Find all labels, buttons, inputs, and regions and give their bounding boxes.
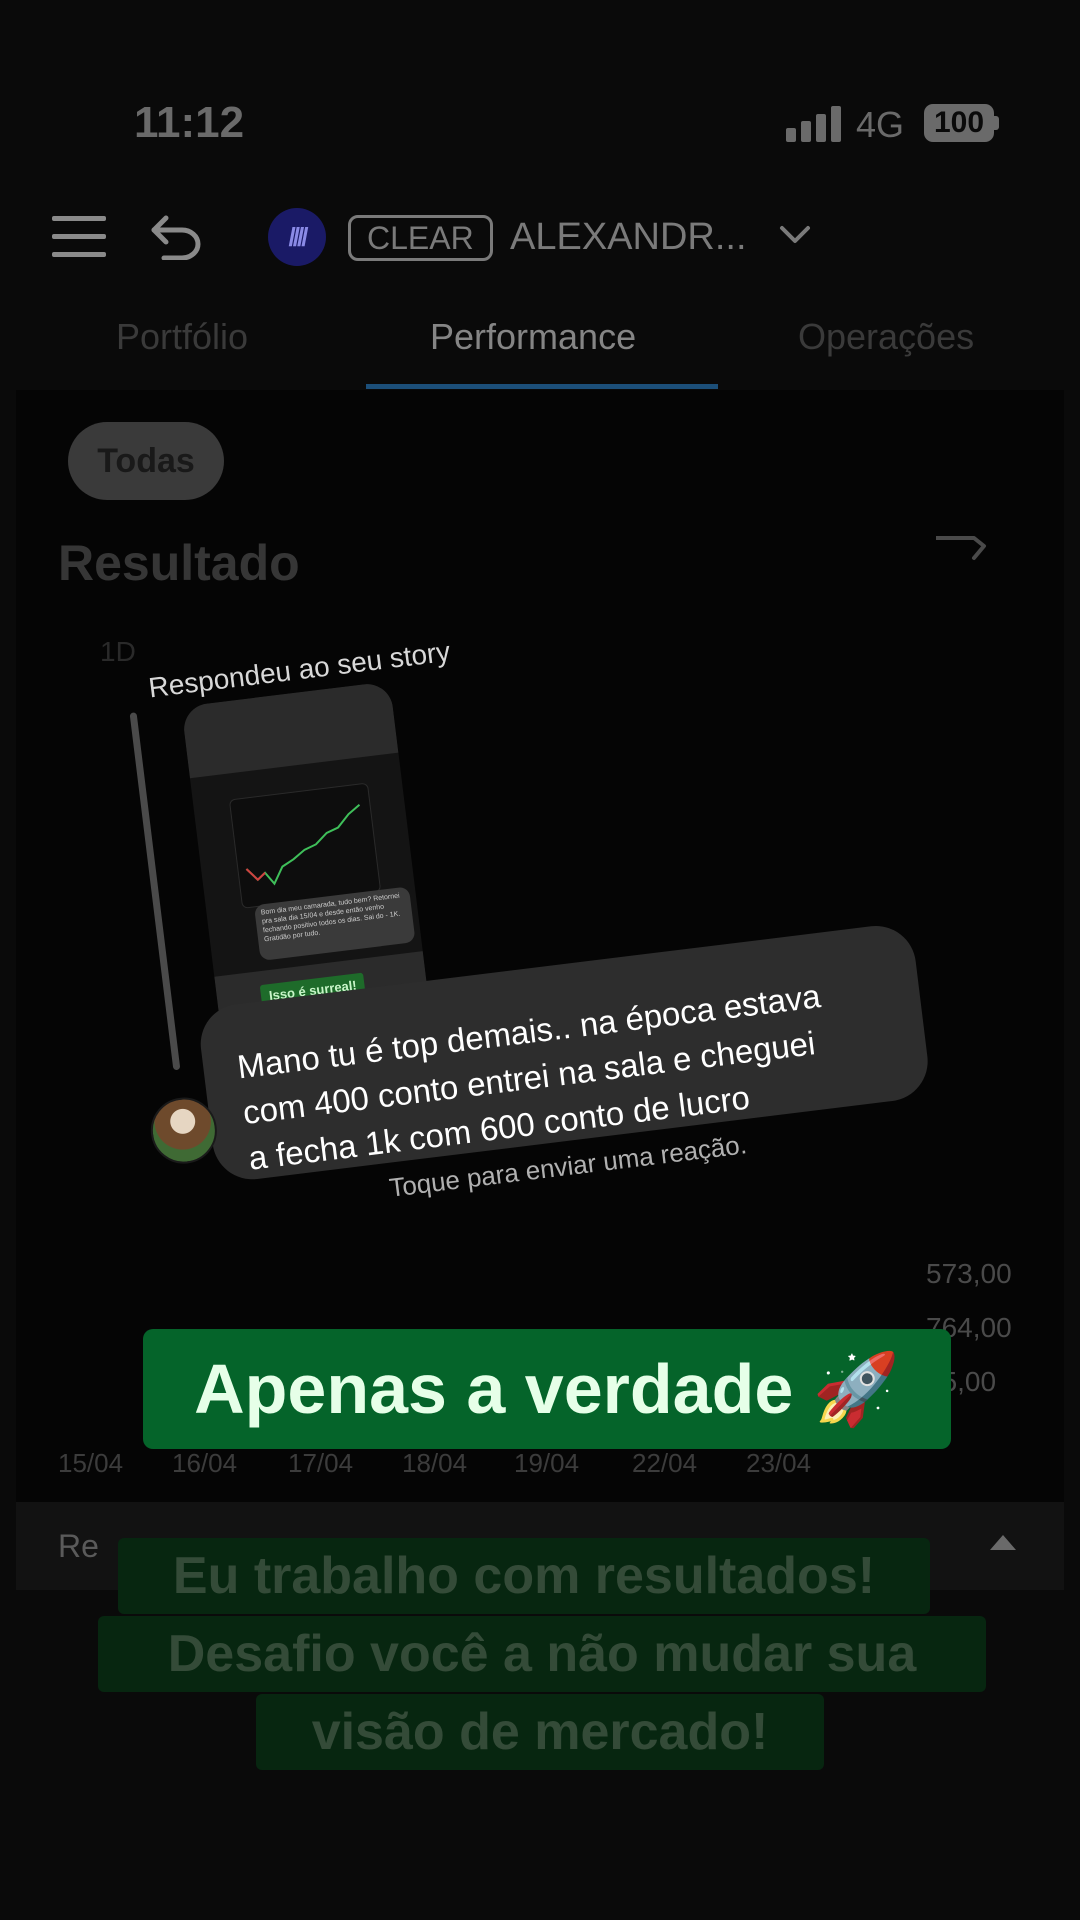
active-tab-indicator (366, 384, 718, 389)
tab-operacoes[interactable]: Operações (798, 316, 974, 358)
battery-icon: 100 (924, 104, 994, 142)
broker-logo[interactable]: //// (268, 208, 326, 266)
tab-portfolio[interactable]: Portfólio (116, 316, 248, 358)
hamburger-menu-icon[interactable] (52, 216, 106, 258)
section-title: Resultado (58, 535, 300, 591)
x-axis-tick: 16/04 (172, 1448, 238, 1478)
battery-tip (994, 116, 999, 130)
x-axis-tick: 22/04 (632, 1448, 698, 1478)
undo-arrow-icon[interactable] (148, 212, 204, 260)
x-axis-tick: 17/04 (288, 1448, 354, 1478)
collapse-arrow-icon[interactable] (988, 1532, 1018, 1552)
caption-line: visão de mercado! (256, 1694, 824, 1770)
x-axis-tick: 15/04 (58, 1448, 124, 1478)
x-axis-tick: 19/04 (514, 1448, 580, 1478)
x-axis-tick: 23/04 (746, 1448, 812, 1478)
share-icon[interactable] (936, 534, 990, 564)
status-time: 11:12 (134, 98, 245, 147)
caption-line: Eu trabalho com resultados! (118, 1538, 930, 1614)
bottom-label: Re (58, 1528, 99, 1564)
caption-line: Desafio você a não mudar sua (98, 1616, 986, 1692)
chevron-down-icon[interactable] (778, 222, 812, 248)
x-axis-tick: 18/04 (402, 1448, 468, 1478)
account-name[interactable]: ALEXANDR... (510, 216, 747, 259)
signal-icon (786, 106, 841, 142)
filter-chip-all[interactable]: Todas (68, 422, 224, 500)
headline-caption: Apenas a verdade 🚀 (143, 1329, 951, 1449)
broker-badge[interactable]: CLEAR (348, 215, 493, 261)
tab-performance[interactable]: Performance (430, 316, 636, 358)
dm-reply-card: Respondeu ao seu story Bom dia meu camar… (100, 518, 1026, 1375)
thumbnail-chart-line (245, 803, 361, 886)
thumbnail-chart-screen (228, 782, 382, 909)
network-type: 4G (856, 104, 905, 145)
